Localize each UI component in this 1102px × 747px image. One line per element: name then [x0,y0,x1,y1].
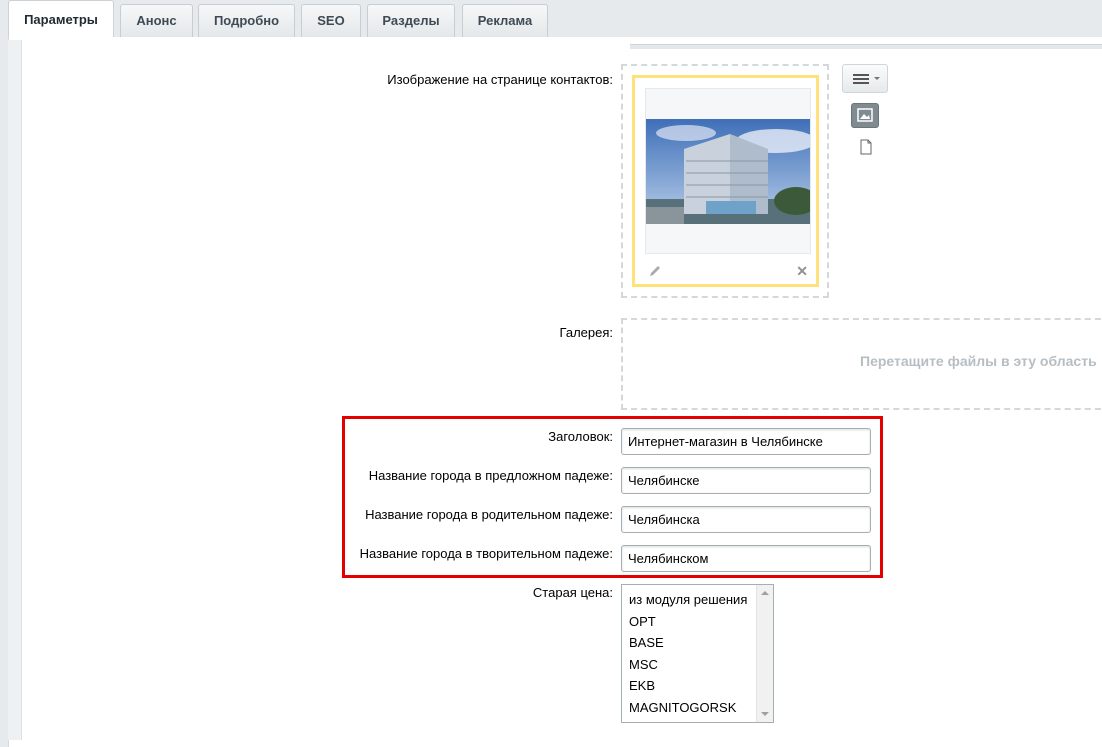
list-item[interactable]: из модуля решения [622,589,773,611]
old-price-select[interactable]: из модуля решения OPT BASE MSC EKB MAGNI… [621,584,774,723]
image-icon [857,108,873,122]
list-item[interactable]: MSC [622,654,773,676]
old-price-label: Старая цена: [532,585,613,600]
city-prepositional-input[interactable] [621,467,871,494]
scrollbar[interactable] [756,585,773,722]
tab-announce[interactable]: Анонс [120,4,193,37]
list-item[interactable]: MAGNITOGORSK [622,697,773,719]
file-icon[interactable] [859,139,873,158]
tab-seo[interactable]: SEO [301,4,361,37]
city-instrumental-input[interactable] [621,545,871,572]
divider [630,44,1102,49]
tab-bar: Параметры Анонс Подробно SEO Разделы Рек… [0,0,1102,40]
close-icon[interactable]: ✕ [796,263,808,280]
image-preview-card[interactable]: ✕ [632,75,819,287]
list-item[interactable]: EKB [622,675,773,697]
arrow-down-icon[interactable] [761,712,769,716]
city-prepositional-label: Название города в предложном падеже: [368,468,613,483]
heading-input[interactable] [621,428,871,455]
city-instrumental-label: Название города в творительном падеже: [359,546,613,561]
city-genitive-input[interactable] [621,506,871,533]
menu-button[interactable] [842,64,888,93]
gallery-drop-text: Перетащите файлы в эту область [860,353,1097,369]
city-genitive-label: Название города в родительном падеже: [365,507,613,522]
arrow-up-icon[interactable] [761,591,769,595]
image-mode-button[interactable] [851,103,879,128]
left-rail [8,40,22,740]
tab-details[interactable]: Подробно [198,4,295,37]
menu-icon [853,74,880,84]
contact-image-label: Изображение на странице контактов: [387,72,613,87]
heading-label: Заголовок: [548,429,613,444]
pencil-icon[interactable] [648,264,662,278]
gallery-label: Галерея: [559,325,613,340]
tab-advertising[interactable]: Реклама [462,4,548,37]
tab-sections[interactable]: Разделы [367,4,455,37]
tab-parameters[interactable]: Параметры [8,0,114,40]
building-photo [645,88,811,254]
list-item[interactable]: OPT [622,611,773,633]
list-item[interactable]: BASE [622,632,773,654]
